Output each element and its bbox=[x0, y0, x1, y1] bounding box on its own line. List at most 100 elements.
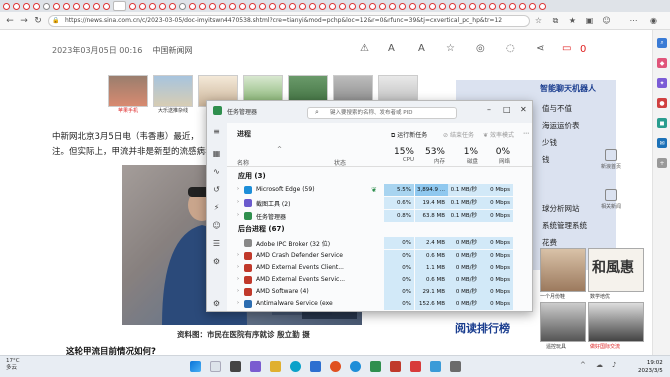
photo-tile[interactable] bbox=[540, 302, 586, 342]
services-icon[interactable]: ⚙ bbox=[212, 257, 221, 266]
right-line[interactable]: 少钱 bbox=[542, 137, 557, 148]
browser-tab[interactable] bbox=[499, 2, 506, 10]
browser-tab[interactable] bbox=[229, 2, 236, 10]
start-icon[interactable] bbox=[190, 361, 201, 372]
settings-icon[interactable]: ⚙ bbox=[212, 299, 221, 308]
favorites-icon[interactable]: ★ bbox=[567, 15, 578, 26]
expand-chevron-icon[interactable]: › bbox=[237, 186, 239, 192]
expand-chevron-icon[interactable]: › bbox=[237, 300, 239, 306]
task-manager-taskbar-icon[interactable] bbox=[370, 361, 381, 372]
browser-tab[interactable] bbox=[379, 2, 386, 10]
task-view-icon[interactable] bbox=[230, 361, 241, 372]
forward-icon[interactable]: → bbox=[18, 15, 30, 27]
explorer-icon[interactable] bbox=[270, 361, 281, 372]
browser-tab[interactable] bbox=[159, 2, 166, 10]
browser-tab[interactable] bbox=[369, 2, 376, 10]
browser-tab[interactable] bbox=[13, 2, 20, 10]
right-line[interactable]: 花费 bbox=[542, 237, 557, 248]
refresh-icon[interactable]: ↻ bbox=[32, 15, 44, 27]
browser-tab[interactable] bbox=[199, 2, 206, 10]
office-icon[interactable]: ◼ bbox=[657, 118, 667, 128]
ad-caption[interactable]: 大乐送推杂线 bbox=[153, 107, 193, 114]
browser-tab[interactable] bbox=[449, 2, 456, 10]
browser-tab[interactable] bbox=[409, 2, 416, 10]
browser-tab[interactable] bbox=[139, 2, 146, 10]
url-input[interactable]: https://news.sina.com.cn/c/2023-03-05/do… bbox=[48, 15, 530, 27]
browser-tab[interactable] bbox=[319, 2, 326, 10]
profile-icon[interactable]: ☺ bbox=[601, 15, 612, 26]
tm-titlebar[interactable]: 任务管理器 键入要搜索的名称、发布者或 PID ⌕ – □ ✕ bbox=[207, 101, 532, 123]
browser-tab[interactable] bbox=[419, 2, 426, 10]
browser-tab[interactable] bbox=[339, 2, 346, 10]
sina-home-tool[interactable]: 新浪首页 bbox=[596, 149, 626, 170]
browser-tab[interactable] bbox=[459, 2, 466, 10]
photo-tile[interactable] bbox=[540, 248, 586, 292]
browser-tab[interactable] bbox=[219, 2, 226, 10]
wechat-icon[interactable]: ◌ bbox=[506, 43, 515, 54]
network-total[interactable]: 0% bbox=[480, 147, 510, 157]
right-line[interactable]: 值与不值 bbox=[542, 103, 572, 114]
add-icon[interactable]: + bbox=[657, 158, 667, 168]
browser-tab[interactable] bbox=[129, 2, 136, 10]
browser-tab[interactable] bbox=[429, 2, 436, 10]
browser-tab[interactable] bbox=[179, 2, 186, 10]
search-icon[interactable]: ⌕ bbox=[657, 38, 667, 48]
processes-icon[interactable]: ▦ bbox=[212, 149, 221, 158]
browser-tab[interactable] bbox=[329, 2, 336, 10]
right-line[interactable]: 海运运价表 bbox=[542, 120, 580, 131]
close-icon[interactable]: ✕ bbox=[520, 105, 527, 114]
minimize-icon[interactable]: – bbox=[487, 105, 491, 114]
performance-icon[interactable]: ∿ bbox=[212, 167, 221, 176]
browser-tab[interactable] bbox=[299, 2, 306, 10]
volume-icon[interactable]: ♪ bbox=[612, 361, 623, 372]
expand-chevron-icon[interactable]: › bbox=[237, 252, 239, 258]
edge-dev-icon[interactable] bbox=[350, 361, 361, 372]
clock[interactable]: 19:02 2023/3/5 bbox=[638, 359, 663, 375]
expand-chevron-icon[interactable]: › bbox=[237, 212, 239, 218]
details-icon[interactable]: ☰ bbox=[212, 239, 221, 248]
right-line[interactable]: 钱 bbox=[542, 154, 550, 165]
right-headline[interactable]: 智能聊天机器人 bbox=[540, 83, 596, 94]
photo-tile[interactable]: 和風惠 bbox=[588, 248, 644, 292]
browser-tab[interactable] bbox=[399, 2, 406, 10]
weibo-icon[interactable]: ◎ bbox=[476, 43, 485, 54]
expand-chevron-icon[interactable]: › bbox=[237, 199, 239, 205]
browser-tab[interactable] bbox=[529, 2, 536, 10]
games-icon[interactable]: ● bbox=[657, 98, 667, 108]
edge-copilot-icon[interactable]: ◉ bbox=[648, 15, 659, 26]
browser-tab[interactable] bbox=[33, 2, 40, 10]
photo-label[interactable]: 数学培优 bbox=[590, 293, 610, 300]
photo-label[interactable]: 遥控玩具 bbox=[546, 343, 566, 350]
process-row[interactable]: › AMD External Events Client... 0% 1.1 MB 0 … bbox=[227, 262, 532, 274]
process-row[interactable]: › 任务管理器 0.8% 63.8 MB 0.1 MB/秒 0 Mbps bbox=[227, 210, 532, 222]
browser-tab[interactable] bbox=[279, 2, 286, 10]
app-history-icon[interactable]: ↺ bbox=[212, 185, 221, 194]
collections-icon[interactable]: ▣ bbox=[584, 15, 595, 26]
photo-label[interactable]: 做好国际交流 bbox=[590, 343, 620, 350]
cpu-total[interactable]: 15% bbox=[384, 147, 414, 157]
right-line[interactable]: 球分析网站 bbox=[542, 203, 580, 214]
browser-tab[interactable] bbox=[509, 2, 516, 10]
end-task-button[interactable]: ⊘ 结束任务 bbox=[443, 130, 474, 139]
browser-tab[interactable] bbox=[489, 2, 496, 10]
browser-tab[interactable] bbox=[189, 2, 196, 10]
photo-tile[interactable] bbox=[588, 302, 644, 342]
ad-caption[interactable]: 苹果手机 bbox=[108, 107, 148, 114]
tm-search-input[interactable]: 键入要搜索的名称、发布者或 PID bbox=[307, 107, 457, 119]
ad-thumb-phone[interactable] bbox=[108, 75, 148, 107]
share-icon[interactable]: ⋖ bbox=[536, 43, 544, 54]
browser-tab[interactable] bbox=[269, 2, 276, 10]
browser-tab[interactable] bbox=[519, 2, 526, 10]
memory-header[interactable]: 内存 bbox=[415, 157, 445, 165]
process-row[interactable]: › AMD Software (4) 0% 29.1 MB 0 MB/秒 0 Mbps bbox=[227, 286, 532, 298]
outlook-icon[interactable]: ✉ bbox=[657, 138, 667, 148]
browser-tab[interactable] bbox=[259, 2, 266, 10]
browser-tab[interactable] bbox=[83, 2, 90, 10]
process-row[interactable]: › AMD Crash Defender Service 0% 0.6 MB 0 MB/… bbox=[227, 250, 532, 262]
warning-icon[interactable]: ⚠ bbox=[360, 43, 369, 54]
process-row[interactable]: Adobe IPC Broker (32 位) 0% 2.4 MB 0 MB/秒 0 M… bbox=[227, 237, 532, 249]
disk-total[interactable]: 1% bbox=[448, 147, 478, 157]
browser-tab[interactable] bbox=[359, 2, 366, 10]
edge-icon[interactable] bbox=[290, 361, 301, 372]
network-header[interactable]: 网络 bbox=[480, 157, 510, 165]
